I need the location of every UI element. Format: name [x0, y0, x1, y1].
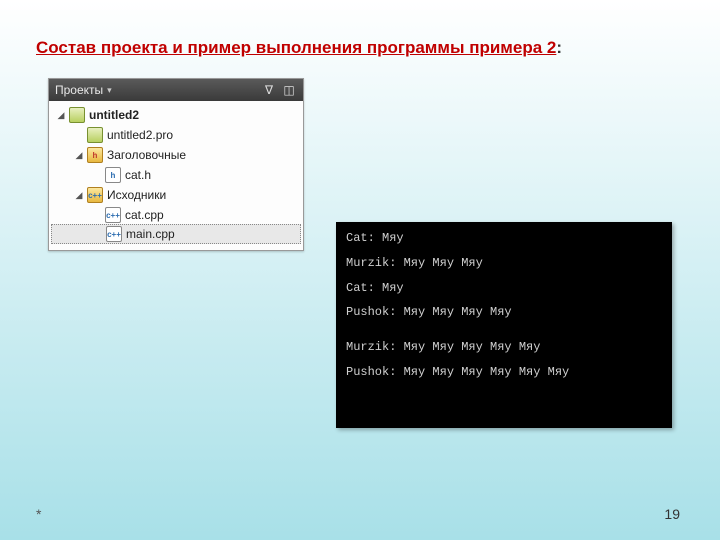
- cpp-file-icon: c++: [106, 226, 122, 242]
- console-line: Pushok: Мяу Мяу Мяу Мяу Мяу Мяу: [346, 364, 662, 381]
- panel-header-label[interactable]: Проекты: [55, 83, 103, 97]
- expand-icon[interactable]: ◢: [55, 109, 67, 121]
- console-output: Cat: Мяу Murzik: Мяу Мяу Мяу Cat: Мяу Pu…: [336, 222, 672, 428]
- project-tree: ◢ untitled2 ▸ untitled2.pro ◢ h Заголово…: [49, 101, 303, 250]
- console-line: Cat: Мяу: [346, 230, 662, 247]
- slide-title: Состав проекта и пример выполнения прогр…: [36, 38, 562, 58]
- cpp-file-icon: c++: [105, 207, 121, 223]
- h-file-icon: h: [105, 167, 121, 183]
- folder-headers-icon: h: [87, 147, 103, 163]
- title-colon: :: [556, 38, 562, 58]
- node-label: Исходники: [107, 188, 166, 202]
- console-blank-line: [346, 329, 662, 339]
- expand-icon[interactable]: ◢: [73, 149, 85, 161]
- tree-node-project[interactable]: ◢ untitled2: [49, 105, 303, 125]
- tree-node-cat-h[interactable]: ▸ h cat.h: [49, 165, 303, 185]
- title-text: Состав проекта и пример выполнения прогр…: [36, 38, 556, 57]
- console-line: Murzik: Мяу Мяу Мяу: [346, 255, 662, 272]
- console-line: Cat: Мяу: [346, 280, 662, 297]
- filter-icon[interactable]: ∇: [261, 82, 277, 98]
- node-label: cat.h: [125, 168, 151, 182]
- node-label: Заголовочные: [107, 148, 186, 162]
- split-icon[interactable]: ◫: [281, 82, 297, 98]
- expand-icon[interactable]: ◢: [73, 189, 85, 201]
- footnote-marker: *: [36, 506, 41, 522]
- folder-sources-icon: c++: [87, 187, 103, 203]
- tree-node-cat-cpp[interactable]: ▸ c++ cat.cpp: [49, 205, 303, 225]
- node-label: main.cpp: [126, 227, 175, 241]
- project-panel: Проекты ▾ ∇ ◫ ◢ untitled2 ▸ untitled2.pr…: [48, 78, 304, 251]
- tree-node-main-cpp[interactable]: ▸ c++ main.cpp: [51, 224, 301, 244]
- console-line: Pushok: Мяу Мяу Мяу Мяу: [346, 304, 662, 321]
- panel-header: Проекты ▾ ∇ ◫: [49, 79, 303, 101]
- tree-node-headers-folder[interactable]: ◢ h Заголовочные: [49, 145, 303, 165]
- tree-node-sources-folder[interactable]: ◢ c++ Исходники: [49, 185, 303, 205]
- pro-file-icon: [87, 127, 103, 143]
- node-label: untitled2.pro: [107, 128, 173, 142]
- tree-node-pro-file[interactable]: ▸ untitled2.pro: [49, 125, 303, 145]
- page-number: 19: [664, 506, 680, 522]
- chevron-down-icon[interactable]: ▾: [107, 85, 112, 96]
- node-label: untitled2: [89, 108, 139, 122]
- console-line: Murzik: Мяу Мяу Мяу Мяу Мяу: [346, 339, 662, 356]
- node-label: cat.cpp: [125, 208, 164, 222]
- project-icon: [69, 107, 85, 123]
